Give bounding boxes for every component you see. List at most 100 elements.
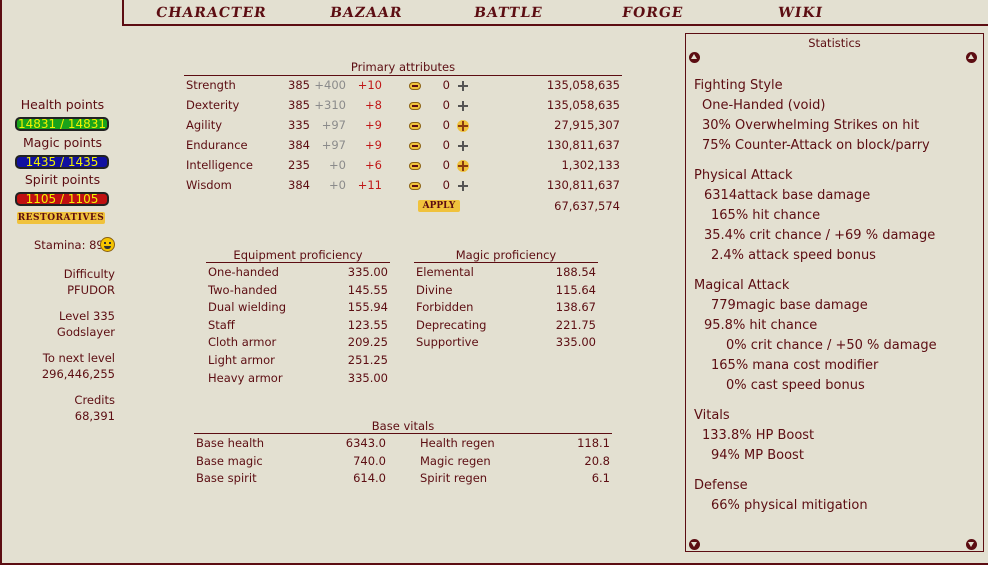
equipment-proficiency-value: 335.00 xyxy=(347,370,388,385)
stat-line: 0% cast speed bonus xyxy=(726,378,865,393)
attribute-exp-cost: 135,058,635 xyxy=(546,78,620,92)
base-vital-value: 6343.0 xyxy=(345,436,386,450)
plus-icon[interactable] xyxy=(457,120,469,132)
base-vitals-divider xyxy=(194,433,612,434)
attribute-base: 384 xyxy=(288,178,310,192)
character-page: CHARACTER BAZAAR BATTLE FORGE WIKI Healt… xyxy=(0,0,988,565)
attribute-base: 335 xyxy=(288,118,310,132)
scroll-up-right-icon[interactable] xyxy=(966,52,977,63)
equipment-divider xyxy=(206,262,390,263)
stat-section-heading: Defense xyxy=(694,478,748,493)
equipment-proficiency-name: Heavy armor xyxy=(208,370,283,385)
attribute-bonus: +0 xyxy=(329,178,346,192)
magic-label: Magic points xyxy=(22,135,103,150)
nav-battle[interactable]: BATTLE xyxy=(473,5,544,21)
plus-icon[interactable] xyxy=(457,80,469,92)
stat-line: 94% MP Boost xyxy=(711,448,804,463)
attribute-modifier: +11 xyxy=(357,178,382,192)
stat-section-heading: Magical Attack xyxy=(694,278,790,293)
stat-line: 6314attack base damage xyxy=(704,188,871,203)
minus-icon[interactable] xyxy=(409,182,421,190)
attribute-allocated: 0 xyxy=(442,178,450,192)
health-bar: 14831 / 14831 xyxy=(15,117,109,131)
stamina-text: Stamina: 89 xyxy=(34,238,104,252)
nav-character[interactable]: CHARACTER xyxy=(155,5,268,21)
attribute-name: Endurance xyxy=(186,138,248,152)
stat-line: 30% Overwhelming Strikes on hit xyxy=(702,118,920,133)
plus-icon[interactable] xyxy=(457,140,469,152)
regen-value: 6.1 xyxy=(591,471,610,485)
magic-proficiency-name: Elemental xyxy=(416,265,474,279)
attribute-allocated: 0 xyxy=(442,158,450,172)
scroll-down-left-icon[interactable] xyxy=(689,539,700,550)
attribute-bonus: +0 xyxy=(329,158,346,172)
primary-attributes-title: Primary attributes xyxy=(350,60,456,74)
magic-proficiency-title: Magic proficiency xyxy=(455,248,557,262)
attribute-name: Intelligence xyxy=(186,158,253,172)
minus-icon[interactable] xyxy=(409,142,421,150)
regen-name: Spirit regen xyxy=(420,471,488,485)
stat-line: 35.4% crit chance / +69 % damage xyxy=(704,228,936,243)
nav-wiki[interactable]: WIKI xyxy=(777,5,824,21)
plus-icon[interactable] xyxy=(457,100,469,112)
scroll-down-right-icon[interactable] xyxy=(966,539,977,550)
regen-name: Magic regen xyxy=(420,453,491,468)
stat-line: 779magic base damage xyxy=(711,298,868,313)
magic-divider xyxy=(414,262,598,263)
plus-icon[interactable] xyxy=(457,180,469,192)
nav-forge[interactable]: FORGE xyxy=(621,5,685,21)
equipment-proficiency-value: 209.25 xyxy=(347,335,388,350)
equipment-proficiency-name: Two-handed xyxy=(208,282,278,297)
attribute-bonus: +310 xyxy=(314,98,346,112)
magic-proficiency-name: Forbidden xyxy=(416,300,474,315)
health-label: Health points xyxy=(20,97,105,112)
attribute-allocated: 0 xyxy=(442,118,450,132)
frame-left-border xyxy=(0,0,2,565)
magic-proficiency-value: 335.00 xyxy=(555,335,596,350)
statistics-panel[interactable]: Statistics Fighting Style One-Handed (voi… xyxy=(685,33,984,552)
magic-value: 1435 / 1435 xyxy=(25,155,99,169)
credits-label: Credits xyxy=(74,393,115,407)
equipment-proficiency-name: Light armor xyxy=(208,353,275,367)
equipment-proficiency-name: Cloth armor xyxy=(208,335,277,350)
stat-section-heading: Fighting Style xyxy=(694,78,783,93)
minus-icon[interactable] xyxy=(409,162,421,170)
stat-line: 165% mana cost modifier xyxy=(711,358,879,373)
apply-button[interactable]: APPLY xyxy=(418,200,460,212)
regen-value: 20.8 xyxy=(584,453,610,468)
to-next-level-label: To next level xyxy=(42,351,115,365)
attribute-modifier: +8 xyxy=(365,98,382,112)
attribute-allocated: 0 xyxy=(442,78,450,92)
equipment-proficiency-value: 145.55 xyxy=(347,282,388,297)
attribute-exp-cost: 1,302,133 xyxy=(561,158,620,172)
plus-icon[interactable] xyxy=(457,160,469,172)
stat-line: 66% physical mitigation xyxy=(711,498,868,513)
minus-icon[interactable] xyxy=(409,82,421,90)
stat-line: 0% crit chance / +50 % damage xyxy=(726,338,937,353)
magic-bar: 1435 / 1435 xyxy=(15,155,109,169)
equipment-proficiency-value: 123.55 xyxy=(347,317,388,332)
attribute-base: 384 xyxy=(288,138,310,152)
restoratives-button[interactable]: RESTORATIVES xyxy=(17,212,105,224)
spirit-value: 1105 / 1105 xyxy=(25,192,99,206)
attribute-name: Agility xyxy=(186,118,223,132)
attribute-allocated: 0 xyxy=(442,98,450,112)
stat-line: 95.8% hit chance xyxy=(704,318,818,333)
minus-icon[interactable] xyxy=(409,122,421,130)
attribute-bonus: +400 xyxy=(314,78,346,92)
base-vitals-title: Base vitals xyxy=(371,419,435,433)
to-next-level-value: 296,446,255 xyxy=(41,367,115,381)
credits-value: 68,391 xyxy=(74,409,115,423)
minus-icon[interactable] xyxy=(409,102,421,110)
attribute-modifier: +6 xyxy=(365,158,382,172)
equipment-proficiency-value: 251.25 xyxy=(347,353,388,367)
magic-proficiency-name: Deprecating xyxy=(416,317,487,332)
magic-proficiency-value: 188.54 xyxy=(555,265,596,279)
spirit-bar: 1105 / 1105 xyxy=(15,192,109,206)
nav-bazaar[interactable]: BAZAAR xyxy=(329,5,404,21)
magic-proficiency-name: Supportive xyxy=(416,335,479,350)
title-text: Godslayer xyxy=(56,325,115,339)
equipment-proficiency-name: One-handed xyxy=(208,265,279,279)
attribute-base: 235 xyxy=(288,158,310,172)
scroll-up-left-icon[interactable] xyxy=(689,52,700,63)
